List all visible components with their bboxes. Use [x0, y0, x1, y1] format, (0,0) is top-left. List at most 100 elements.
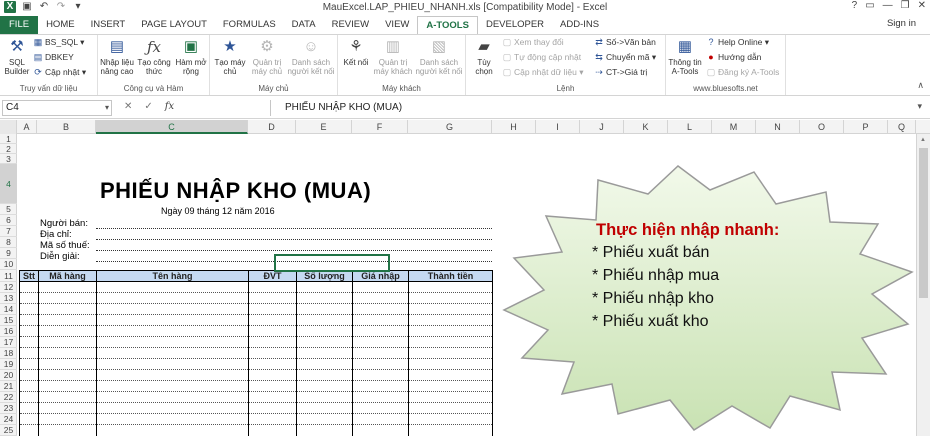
tab-data[interactable]: DATA — [284, 16, 324, 34]
label-dien-giai[interactable]: Diễn giải: — [40, 251, 80, 262]
th-gia-nhap[interactable]: Giá nhập — [353, 271, 409, 282]
minimize-icon[interactable]: — — [883, 0, 893, 11]
row-header[interactable]: 3 — [0, 154, 17, 164]
tab-add-ins[interactable]: ADD-INS — [552, 16, 607, 34]
row-header[interactable]: 25 — [0, 425, 17, 436]
row-header[interactable]: 8 — [0, 237, 17, 248]
nhap-lieu-button[interactable]: ▤ Nhập liệu nâng cao — [98, 37, 136, 76]
insert-function-icon[interactable]: fx — [165, 101, 174, 112]
quan-tri-may-khach-button[interactable]: ▥ Quản trị máy khách — [372, 37, 414, 76]
column-header[interactable]: E — [296, 120, 352, 134]
tab-developer[interactable]: DEVELOPER — [478, 16, 552, 34]
bs-sql-button[interactable]: ▦ BS_SQL ▾ — [33, 37, 85, 48]
row-header[interactable]: 11 — [0, 270, 17, 282]
label-nguoi-ban[interactable]: Người bán: — [40, 218, 88, 229]
dang-ky-button[interactable]: ▢ Đăng ký A-Tools — [706, 67, 780, 78]
dbkey-button[interactable]: ▤ DBKEY — [33, 52, 74, 63]
row-header[interactable]: 13 — [0, 293, 17, 304]
column-header[interactable]: H — [492, 120, 536, 134]
tuy-chon-button[interactable]: ▰ Tùy chọn — [468, 37, 500, 76]
th-ma-hang[interactable]: Mã hàng — [39, 271, 97, 282]
column-header[interactable]: I — [536, 120, 580, 134]
column-header[interactable]: J — [580, 120, 624, 134]
row-header[interactable]: 14 — [0, 304, 17, 315]
column-header[interactable]: Q — [888, 120, 916, 134]
close-icon[interactable]: ✕ — [918, 0, 926, 11]
formula-input[interactable]: PHIẾU NHẬP KHO (MUA) — [270, 100, 910, 116]
column-header[interactable]: P — [844, 120, 888, 134]
chevron-down-icon[interactable]: ▾ — [105, 101, 109, 115]
tu-dong-cap-nhat-button[interactable]: ▢ Tự động cập nhật — [502, 52, 581, 63]
ribbon-display-icon[interactable]: ▭ — [865, 0, 874, 11]
thong-tin-a-tools-button[interactable]: ▦ Thông tin A-Tools — [668, 37, 702, 76]
quan-tri-may-chu-button[interactable]: ⚙ Quản trị máy chủ — [248, 37, 286, 76]
tao-may-chu-button[interactable]: ★ Tạo máy chủ — [212, 37, 248, 76]
danh-sach-may-chu-button[interactable]: ☺ Danh sách người kết nối — [286, 37, 336, 76]
column-header[interactable]: F — [352, 120, 408, 134]
row-header[interactable]: 16 — [0, 326, 17, 337]
name-box[interactable]: C4 ▾ — [2, 100, 112, 116]
chuyen-ma-button[interactable]: ⇆ Chuyển mã ▾ — [594, 52, 656, 63]
th-so-luong[interactable]: Số lượng — [297, 271, 353, 282]
label-dia-chi[interactable]: Địa chỉ: — [40, 229, 72, 240]
table-body[interactable] — [19, 282, 493, 436]
row-header[interactable]: 17 — [0, 337, 17, 348]
tab-a-tools[interactable]: A-TOOLS — [417, 16, 478, 34]
cancel-icon[interactable]: ✕ — [124, 101, 132, 112]
th-stt[interactable]: Stt — [20, 271, 39, 282]
row-header[interactable]: 1 — [0, 134, 17, 144]
column-header[interactable]: D — [248, 120, 296, 134]
help-online-button[interactable]: ? Help Online ▾ — [706, 37, 769, 48]
huong-dan-button[interactable]: ● Hướng dẫn — [706, 52, 761, 63]
row-header[interactable]: 21 — [0, 381, 17, 392]
collapse-ribbon-icon[interactable]: ∧ — [917, 80, 924, 91]
ct-gia-tri-button[interactable]: ⇢ CT->Giá trị — [594, 67, 647, 78]
row-header[interactable]: 24 — [0, 414, 17, 425]
column-header-selected[interactable]: C — [96, 120, 248, 134]
sign-in-link[interactable]: Sign in — [887, 18, 916, 29]
scroll-thumb[interactable] — [919, 148, 928, 298]
tab-home[interactable]: HOME — [38, 16, 83, 34]
column-header[interactable]: K — [624, 120, 668, 134]
row-header[interactable]: 22 — [0, 392, 17, 403]
select-all-corner[interactable] — [0, 120, 17, 134]
so-van-ban-button[interactable]: ⇄ Số->Văn bản — [594, 37, 656, 48]
row-header[interactable]: 19 — [0, 359, 17, 370]
row-header[interactable]: 5 — [0, 204, 17, 215]
tab-file[interactable]: FILE — [0, 16, 39, 34]
help-icon[interactable]: ? — [852, 0, 858, 11]
th-ten-hang[interactable]: Tên hàng — [97, 271, 249, 282]
cap-nhat-du-lieu-button[interactable]: ▢ Cập nhật dữ liệu ▾ — [502, 67, 584, 78]
column-header[interactable]: N — [756, 120, 800, 134]
expand-formula-icon[interactable]: ▾ — [917, 101, 922, 112]
tab-view[interactable]: VIEW — [377, 16, 417, 34]
column-header[interactable]: L — [668, 120, 712, 134]
enter-icon[interactable]: ✓ — [144, 101, 152, 112]
scroll-up-icon[interactable]: ▲ — [920, 137, 926, 143]
row-header[interactable]: 10 — [0, 259, 17, 270]
restore-icon[interactable]: ❐ — [901, 0, 910, 11]
tab-page-layout[interactable]: PAGE LAYOUT — [133, 16, 215, 34]
row-header[interactable]: 18 — [0, 348, 17, 359]
date-line[interactable]: Ngày 09 tháng 12 năm 2016 — [161, 206, 275, 216]
row-header[interactable]: 23 — [0, 403, 17, 414]
row-header[interactable]: 2 — [0, 144, 17, 154]
danh-sach-may-khach-button[interactable]: ▧ Danh sách người kết nối — [414, 37, 464, 76]
tab-insert[interactable]: INSERT — [83, 16, 134, 34]
row-header[interactable]: 20 — [0, 370, 17, 381]
column-header[interactable]: M — [712, 120, 756, 134]
tab-formulas[interactable]: FORMULAS — [215, 16, 284, 34]
tab-review[interactable]: REVIEW — [324, 16, 377, 34]
ham-mo-rong-button[interactable]: ▣ Hàm mở rộng — [172, 37, 210, 76]
row-header[interactable]: 9 — [0, 248, 17, 259]
row-header[interactable]: 7 — [0, 226, 17, 237]
label-ma-so-thue[interactable]: Mã số thuế: — [40, 240, 90, 251]
column-header[interactable]: G — [408, 120, 492, 134]
sheet-title[interactable]: PHIẾU NHẬP KHO (MUA) — [100, 178, 371, 204]
cap-nhat-button[interactable]: ⟳ Cập nhật ▾ — [33, 67, 86, 78]
row-header[interactable]: 12 — [0, 282, 17, 293]
xem-thay-doi-button[interactable]: ▢ Xem thay đổi — [502, 37, 564, 48]
th-dvt[interactable]: ĐVT — [249, 271, 297, 282]
row-header[interactable]: 6 — [0, 215, 17, 226]
tao-cong-thuc-button[interactable]: ƒx Tạo công thức — [136, 37, 172, 76]
